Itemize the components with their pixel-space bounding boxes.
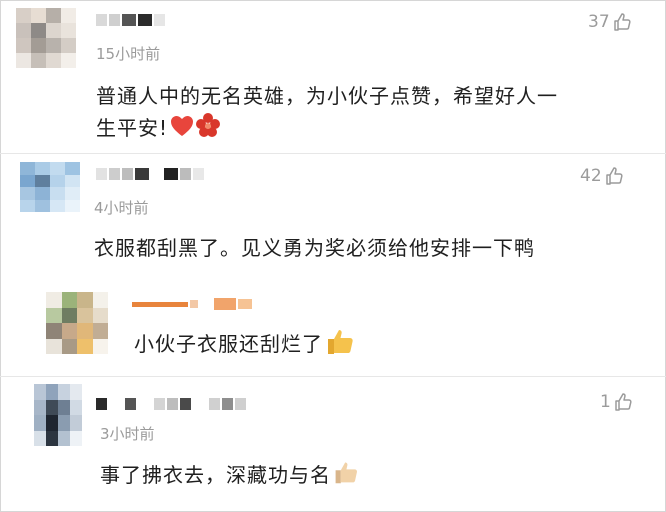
username-blurred[interactable] — [132, 296, 252, 312]
username-blurred[interactable] — [96, 166, 204, 182]
comment-text: 普通人中的无名英雄，为小伙子点赞，希望好人一 生平安! — [96, 80, 558, 146]
comment-time: 15小时前 — [96, 45, 161, 63]
red-flower-icon — [196, 113, 221, 146]
thumbs-up-outline-icon — [605, 167, 623, 185]
thumbs-up-icon — [333, 459, 359, 494]
comment-time: 4小时前 — [94, 199, 149, 217]
like-button[interactable]: 42 — [580, 166, 625, 186]
comment-time: 3小时前 — [100, 425, 155, 443]
avatar[interactable] — [46, 292, 108, 354]
like-count: 1 — [600, 392, 611, 412]
comment-text: 事了拂衣去，深藏功与名 — [100, 459, 359, 494]
like-button[interactable]: 37 — [588, 12, 633, 32]
divider — [0, 153, 666, 154]
like-count: 37 — [588, 12, 610, 32]
avatar[interactable] — [34, 384, 82, 446]
like-count: 42 — [580, 166, 602, 186]
thumbs-up-icon — [325, 326, 355, 365]
thumbs-up-outline-icon — [613, 13, 631, 31]
thumbs-up-outline-icon — [615, 393, 632, 411]
comment-text: 小伙子衣服还刮烂了 — [134, 326, 355, 365]
username-blurred[interactable] — [96, 12, 165, 28]
red-heart-icon — [170, 114, 194, 146]
avatar[interactable] — [16, 8, 76, 68]
avatar[interactable] — [20, 162, 80, 212]
comment-text-line1: 普通人中的无名英雄，为小伙子点赞，希望好人一 — [96, 84, 558, 108]
username-blurred[interactable] — [96, 396, 246, 412]
divider — [0, 376, 666, 377]
comment-text: 衣服都刮黑了。见义勇为奖必须给他安排一下鸭 — [94, 236, 535, 260]
like-button[interactable]: 1 — [600, 392, 634, 412]
comment-text-line2: 生平安! — [96, 112, 558, 146]
